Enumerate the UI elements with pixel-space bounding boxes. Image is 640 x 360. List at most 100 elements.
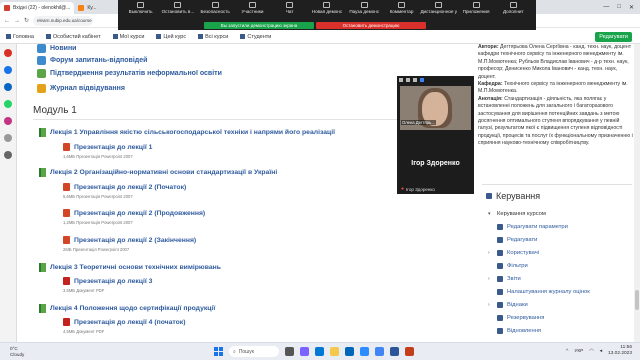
browser-tab-moodle[interactable]: Ку... [74, 2, 100, 14]
video-footer: ● Ігор Здоренко [401, 186, 435, 192]
zoom-toolbar-item[interactable]: Участники [234, 2, 271, 14]
lecture-1-link[interactable]: Лекція 1 Управління якістю сільськогоспо… [39, 128, 335, 137]
volume-icon[interactable]: ◂ [600, 349, 602, 354]
forward-icon[interactable]: → [14, 18, 20, 24]
nav-item-label: Студенти [247, 33, 272, 40]
manage-item-label: Фільтри [507, 262, 528, 269]
stop-share-button[interactable]: Остановить демонстрацию [316, 22, 426, 29]
store-icon[interactable] [345, 347, 354, 356]
course-info: Автори: Дегтярьова Олена Сергіївна - кан… [474, 44, 640, 148]
manage-item[interactable]: › Звіти [482, 272, 632, 285]
taskbar-search[interactable]: ⌕ Пошук [229, 346, 279, 357]
qa-forum-link[interactable]: Форум запитань-відповідей [37, 56, 147, 65]
nav-item[interactable]: Мої курси [107, 34, 151, 40]
zoom-toolbar-item[interactable]: Безопасность [197, 2, 234, 14]
weather-widget[interactable]: 0°C Cloudy [0, 346, 70, 358]
resource-item: Презентація до лекції 4 (початок) 4,5МБ … [63, 318, 185, 334]
resource-label: Презентація до лекції 2 (Продовження) [74, 209, 206, 217]
presentation-2a-link[interactable]: Презентація до лекції 2 (Початок) [63, 183, 186, 191]
sidebar-app-icon[interactable] [4, 49, 12, 57]
zoom-toolbar-item[interactable]: Пауза демонс [346, 2, 383, 14]
clock[interactable]: 11:56 13.02.2023 [608, 345, 632, 357]
zoom-toolbar-item[interactable]: Приложения [457, 2, 494, 14]
sidebar-app-icon[interactable] [4, 117, 12, 125]
reload-icon[interactable]: ↻ [24, 17, 29, 24]
windows-start-icon[interactable] [214, 347, 223, 356]
lecture-4-link[interactable]: Лекція 4 Положення щодо сертифікації про… [39, 304, 215, 313]
presentation-2c-link[interactable]: Презентація до лекції 2 (Закінчення) [63, 236, 196, 244]
nav-item[interactable]: Студенти [234, 34, 277, 40]
url-field[interactable]: elearn.nubip.edu.ua/course [33, 15, 94, 26]
gear-icon [486, 193, 492, 199]
maximize-icon[interactable]: □ [617, 4, 621, 11]
task-view-icon[interactable] [285, 347, 294, 356]
lecture-2-link[interactable]: Лекція 2 Організаційно-нормативні основи… [39, 168, 277, 177]
chevron-down-icon: ▾ [488, 210, 491, 217]
zoom-toolbar-item[interactable]: Новая демонс [308, 2, 345, 14]
zoom-toolbar-label: Безопасность [200, 9, 230, 14]
presentation-4-link[interactable]: Презентація до лекції 4 (початок) [63, 318, 185, 326]
presentation-2b-link[interactable]: Презентація до лекції 2 (Продовження) [63, 209, 205, 217]
manage-item[interactable]: Фільтри [482, 259, 632, 272]
word-icon[interactable] [390, 347, 399, 356]
edit-button[interactable]: Редагувати [595, 31, 632, 42]
informal-education-link[interactable]: Підтвердження результатів неформальної о… [37, 69, 222, 78]
close-icon[interactable]: ✕ [629, 4, 634, 11]
sidebar-app-icon[interactable] [4, 100, 12, 108]
sidebar-app-icon[interactable] [4, 134, 12, 142]
windows-taskbar: 0°C Cloudy ⌕ Пошук ^ УКР ◠ ◂ 11:56 13.02… [0, 342, 640, 360]
page-scrollbar[interactable] [634, 44, 640, 342]
manage-item[interactable]: Налаштування журналу оцінок [482, 286, 632, 299]
chevron-up-icon[interactable]: ^ [566, 349, 568, 354]
browser-tab-gmail[interactable]: Вхідні (22) - olenokhil@... [0, 2, 75, 14]
zoom-toolbar-item[interactable]: Чат [271, 2, 308, 14]
nav-item[interactable]: Головна [0, 34, 40, 40]
zoom-toolbar-item[interactable]: Остановить в... [159, 2, 196, 14]
chevron-right-icon: › [488, 276, 490, 283]
view-icon[interactable] [406, 78, 410, 82]
zoom-toolbar-item[interactable]: Комментар [383, 2, 420, 14]
nav-item[interactable]: Всі курси [192, 34, 234, 40]
chat-app-icon[interactable] [300, 347, 309, 356]
presentation-1-link[interactable]: Презентація до лекції 1 [63, 143, 152, 151]
zoom-app-icon[interactable] [360, 347, 369, 356]
scrollbar-thumb[interactable] [635, 290, 639, 310]
chrome-icon[interactable] [375, 347, 384, 356]
back-icon[interactable]: ← [4, 18, 10, 24]
nav-item[interactable]: Цей курс [150, 34, 192, 40]
view-icon[interactable] [399, 78, 403, 82]
manage-item[interactable]: Резервування [482, 312, 632, 325]
attendance-journal-link[interactable]: Журнал відвідування [37, 84, 125, 93]
language-indicator[interactable]: УКР [574, 349, 583, 354]
wifi-icon[interactable]: ◠ [589, 349, 593, 354]
news-forum-link[interactable]: Новини [37, 44, 76, 53]
sidebar-app-icon[interactable] [4, 151, 12, 159]
minimize-icon[interactable]: — [603, 4, 609, 11]
edge-icon[interactable] [315, 347, 324, 356]
zoom-toolbar-item[interactable]: Дополнит [495, 2, 532, 14]
nav-item[interactable]: Особистий кабінет [40, 34, 107, 40]
zoom-toolbar-item[interactable]: Дистанционное у [420, 2, 457, 14]
manage-panel: Керування ▾ Керування курсом Редагувати … [482, 184, 632, 342]
zoom-video-window[interactable]: Олена Дегтярь... Ігор Здоренко ● Ігор Зд… [397, 76, 474, 194]
presentation-3-link[interactable]: Презентація до лекції 3 [63, 277, 152, 285]
sidebar-app-icon[interactable] [4, 83, 12, 91]
folder-icon[interactable] [330, 347, 339, 356]
manage-item[interactable]: Редагувати [482, 233, 632, 246]
powerpoint-app-icon[interactable] [405, 347, 414, 356]
view-icon[interactable] [413, 78, 417, 82]
sidebar-app-icon[interactable] [4, 66, 12, 74]
participants-icon [248, 2, 256, 8]
lecture-3-link[interactable]: Лекція 3 Теоретичні основи технічних вим… [39, 263, 221, 272]
manage-item[interactable]: › Користувачі [482, 246, 632, 259]
view-icon[interactable] [420, 78, 424, 82]
zoom-toolbar-label: Комментар [389, 9, 414, 14]
manage-item[interactable]: › Віднаки [482, 299, 632, 312]
nav-item-label: Цей курс [163, 33, 187, 40]
resource-meta: 2МБ Презентація Powerpoint 2007 [63, 247, 130, 252]
zoom-toolbar-item[interactable]: Выключить [122, 2, 159, 14]
manage-item[interactable]: Відновлення [482, 325, 632, 338]
manage-item[interactable]: Редагувати параметри [482, 220, 632, 233]
course-admin-item[interactable]: ▾ Керування курсом [482, 207, 632, 220]
system-tray: ^ УКР ◠ ◂ 11:56 13.02.2023 [566, 345, 632, 357]
